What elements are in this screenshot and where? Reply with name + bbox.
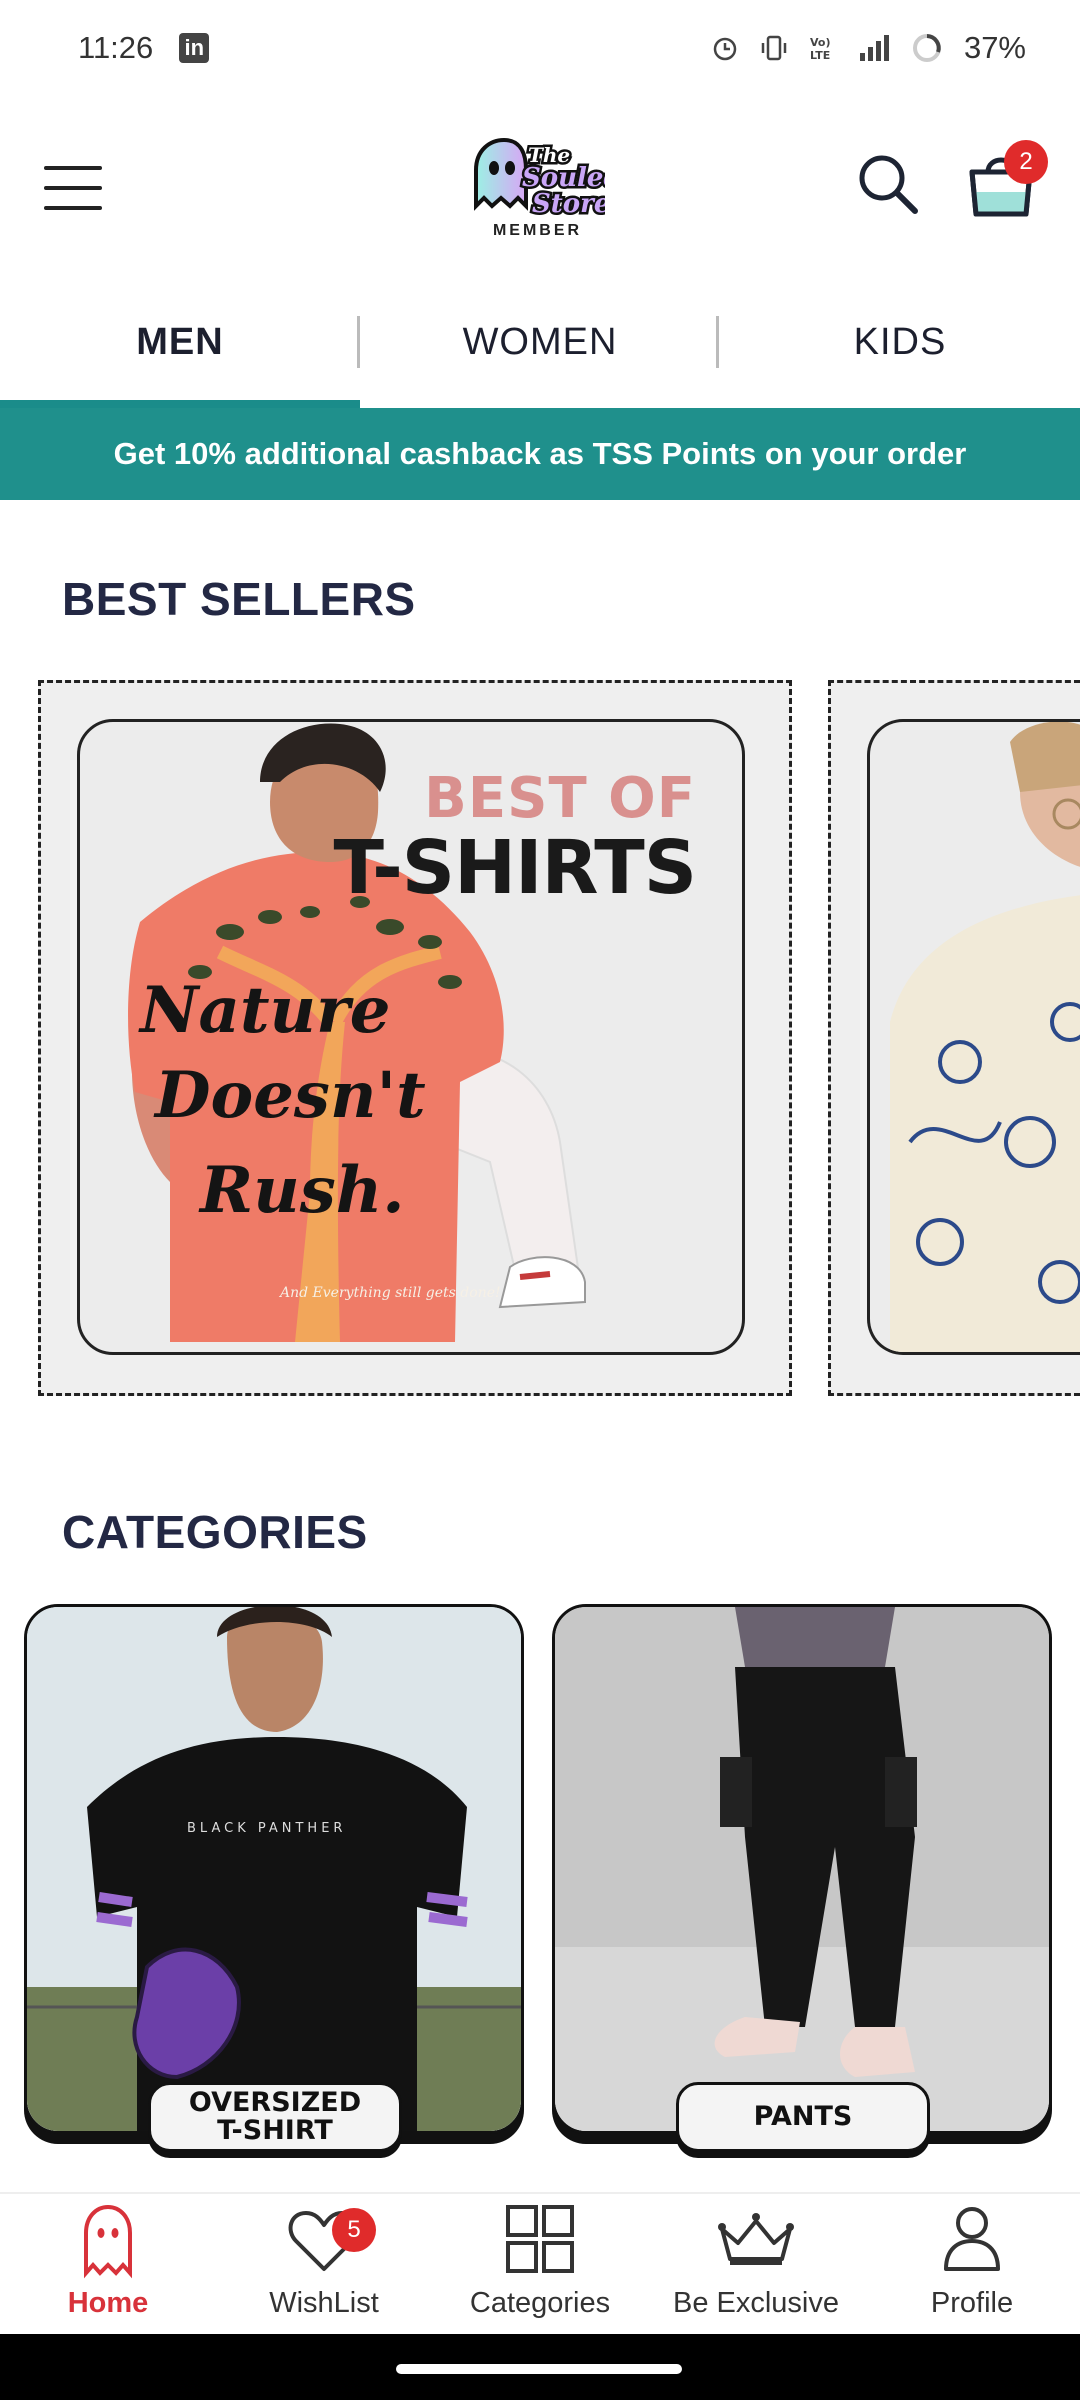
categories-heading: CATEGORIES <box>62 1506 368 1558</box>
best-sellers-heading: BEST SELLERS <box>62 573 416 625</box>
alarm-icon <box>713 37 737 61</box>
nav-categories[interactable]: Categories <box>432 2194 648 2334</box>
cashback-banner[interactable]: Get 10% additional cashback as TSS Point… <box>0 408 1080 500</box>
bottom-navigation: Home 5 WishList Categories Be Exclusive … <box>0 2192 1080 2334</box>
signal-icon <box>859 35 889 61</box>
nav-profile[interactable]: Profile <box>864 2194 1080 2334</box>
nav-be-exclusive[interactable]: Be Exclusive <box>648 2194 864 2334</box>
pants-image <box>555 1607 1049 2131</box>
cart-count-badge: 2 <box>1004 140 1048 184</box>
category-card-oversized-tshirt[interactable]: BLACK PANTHER <box>24 1604 524 2134</box>
nav-home-label: Home <box>67 2287 149 2319</box>
system-gesture-bar <box>0 2334 1080 2400</box>
svg-text:Vo): Vo) <box>810 36 831 49</box>
category-label-line-1: PANTS <box>753 2100 853 2132</box>
nav-profile-label: Profile <box>930 2287 1014 2319</box>
home-gesture-handle[interactable] <box>396 2364 682 2374</box>
best-seller-title: T-SHIRTS <box>333 825 697 911</box>
user-icon <box>944 2207 1000 2271</box>
svg-text:Store: Store <box>532 189 605 219</box>
category-label-line-2: T-SHIRT <box>217 2115 333 2146</box>
category-label-pants[interactable]: PANTS <box>676 2082 930 2152</box>
nav-home[interactable]: Home <box>0 2194 216 2334</box>
tee-print-line-3: Rush. <box>198 1153 405 1228</box>
tee-print-text: BLACK PANTHER <box>187 1821 346 1836</box>
best-seller-card[interactable] <box>828 680 1080 1396</box>
oversized-tshirt-image: BLACK PANTHER <box>27 1607 521 2131</box>
best-seller-card[interactable]: Nature Doesn't Rush. And Everything stil… <box>38 680 792 1396</box>
wishlist-count-badge: 5 <box>332 2208 376 2252</box>
best-seller-subtitle: BEST OF <box>424 766 696 831</box>
nav-wishlist-label: WishList <box>269 2287 379 2319</box>
svg-text:LTE: LTE <box>810 49 830 62</box>
category-label-oversized-tshirt[interactable]: OVERSIZED T-SHIRT <box>148 2082 402 2152</box>
linkedin-notification-icon: in <box>179 33 210 63</box>
nav-wishlist[interactable]: 5 WishList <box>216 2194 432 2334</box>
category-label-line-1: OVERSIZED <box>188 2086 362 2118</box>
vibrate-icon <box>761 35 787 61</box>
volte-icon: Vo)LTE <box>810 36 831 62</box>
status-bar: 11:26 in Vo) LTE 37% <box>0 0 1080 96</box>
tee-print-line-2: Doesn't <box>153 1058 426 1133</box>
ghost-logo-icon: The Souled Store <box>474 137 624 222</box>
battery-percent: 37% <box>963 30 1026 65</box>
tee-print-small: And Everything still gets done! <box>278 1285 501 1301</box>
search-icon[interactable] <box>856 152 920 216</box>
crown-icon <box>718 2213 794 2265</box>
best-seller-card-image <box>867 719 1080 1355</box>
tab-women[interactable]: WOMEN <box>360 276 720 408</box>
tab-divider <box>716 316 719 368</box>
best-seller-headline: BEST OF T-SHIRTS <box>333 766 697 911</box>
category-card-pants[interactable] <box>552 1604 1052 2134</box>
tab-men[interactable]: MEN <box>0 276 360 408</box>
souled-store-logo[interactable]: The Souled Store MEMBER <box>470 136 624 240</box>
grid-icon <box>506 2205 574 2273</box>
menu-icon[interactable] <box>44 166 102 210</box>
status-time: 11:26 <box>78 30 154 65</box>
best-seller-card-image: Nature Doesn't Rush. And Everything stil… <box>77 719 745 1355</box>
member-badge: MEMBER <box>492 222 583 239</box>
tee-print-line-1: Nature <box>138 973 391 1048</box>
battery-icon <box>912 34 941 62</box>
app-header: The Souled Store MEMBER 2 <box>0 96 1080 276</box>
nav-be-exclusive-label: Be Exclusive <box>672 2287 839 2319</box>
model-shirt-image <box>890 722 1080 1352</box>
nav-categories-label: Categories <box>469 2287 611 2319</box>
tab-divider <box>357 316 360 368</box>
gender-tabs: MEN WOMEN KIDS <box>0 276 1080 408</box>
tab-kids[interactable]: KIDS <box>720 276 1080 408</box>
ghost-icon <box>84 2204 132 2279</box>
